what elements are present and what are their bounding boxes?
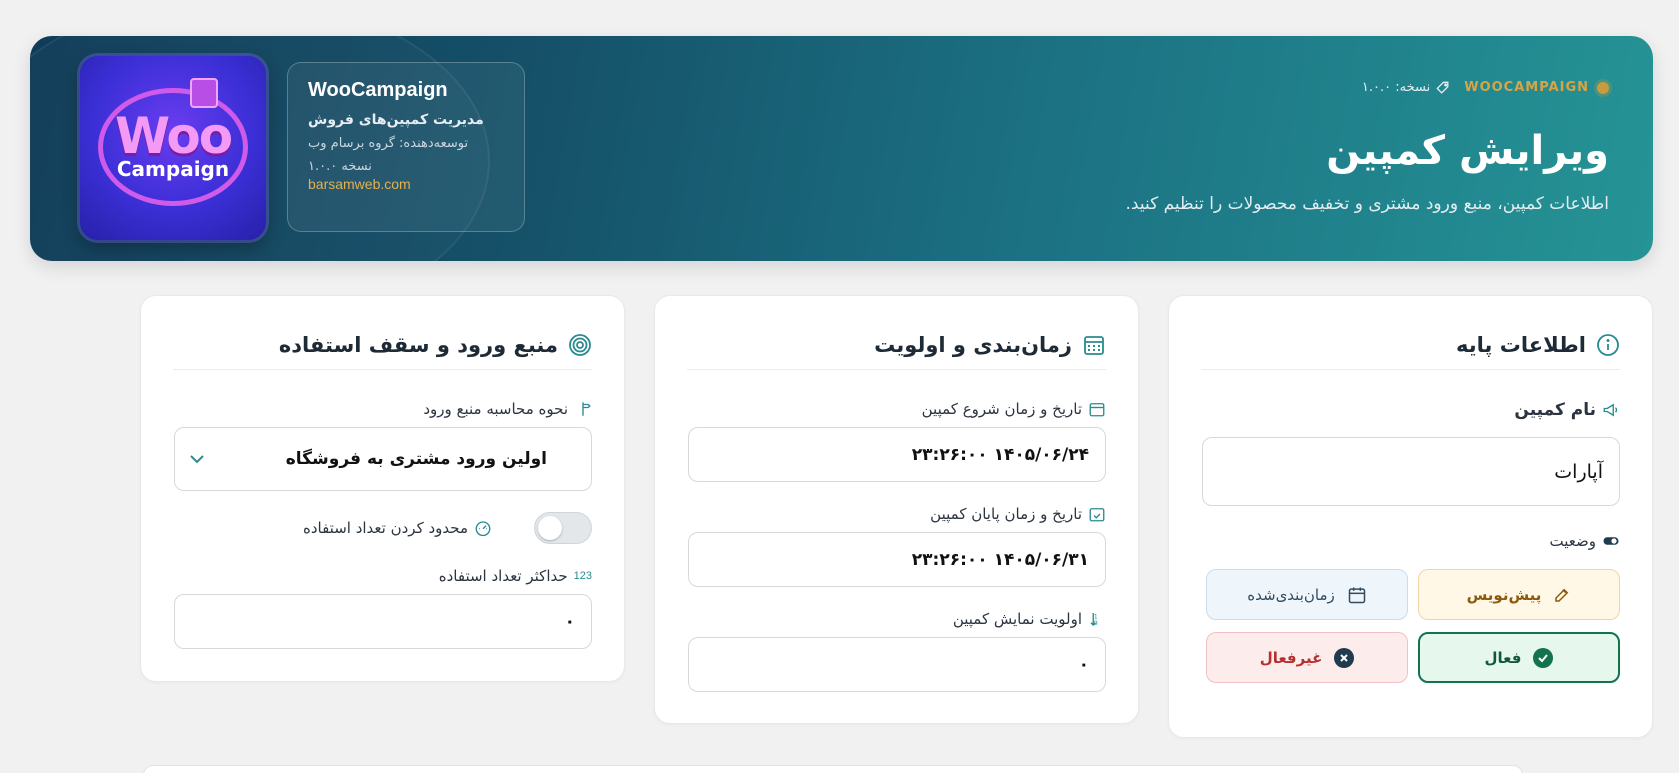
version-label: نسخه: ۱.۰.۰ (1361, 80, 1431, 95)
input-value: آپارات (1554, 460, 1603, 483)
header-meta: WOOCAMPAIGN نسخه: ۱.۰.۰ (1362, 80, 1609, 95)
priority-input[interactable]: ۰ (688, 637, 1106, 692)
start-date-input[interactable]: ۱۴۰۵/۰۶/۲۴ ۲۳:۲۶:۰۰ (688, 427, 1106, 482)
plugin-logo: Woo Campaign (80, 56, 266, 240)
page-header: WOOCAMPAIGN نسخه: ۱.۰.۰ ویرایش کمپین اطل… (30, 36, 1653, 261)
calc-method-label: نحوه محاسبه منبع ورود (423, 400, 592, 418)
status-draft-button[interactable]: پیش‌نویس (1418, 569, 1620, 620)
status-inactive-label: غیرفعال (1259, 648, 1323, 667)
calc-method-select[interactable]: اولین ورود مشتری به فروشگاه (174, 427, 592, 491)
campaign-name-label: نام کمپین (1514, 400, 1620, 420)
end-date-label: تاریخ و زمان پایان کمپین (930, 505, 1106, 523)
plugin-version: نسخه ۱.۰.۰ (308, 159, 372, 174)
shopping-bag-icon (190, 78, 218, 108)
brand-label: WOOCAMPAIGN (1464, 80, 1589, 95)
gauge-icon (475, 521, 491, 537)
toggle-icon (1603, 537, 1619, 545)
card-title: منبع ورود و سقف استفاده (278, 332, 558, 357)
max-usage-label: 123 حداکثر تعداد استفاده (439, 567, 592, 585)
target-icon (569, 333, 591, 356)
scheduling-card: زمان‌بندی و اولویت تاریخ و زمان شروع کمپ… (654, 295, 1139, 724)
basic-info-card: اطلاعات پایه نام کمپین آپارات وضعیت پیش‌… (1168, 295, 1653, 738)
calendar-icon (1348, 587, 1365, 603)
calendar-start-icon (1089, 403, 1105, 417)
status-inactive-button[interactable]: غیرفعال (1206, 632, 1408, 683)
info-icon (1597, 333, 1619, 356)
input-value: ۰ (564, 611, 575, 632)
card-header: اطلاعات پایه (1201, 320, 1620, 370)
status-active-button[interactable]: فعال (1418, 632, 1620, 683)
x-circle-icon (1334, 647, 1355, 668)
plugin-info-card: WooCampaign مدیریت کمپین‌های فروش توسعه‌… (287, 62, 525, 232)
label-text: اولویت نمایش کمپین (952, 610, 1082, 628)
svg-text:1: 1 (1094, 613, 1098, 620)
svg-text:9: 9 (1094, 620, 1098, 627)
label-text: حداکثر تعداد استفاده (438, 567, 568, 585)
signpost-icon (582, 402, 591, 416)
label-text: وضعیت (1549, 532, 1596, 550)
input-value: ۰ (1078, 654, 1089, 675)
status-label: وضعیت (1550, 532, 1620, 550)
status-scheduled-label: زمان‌بندی‌شده (1247, 585, 1335, 604)
input-value: ۱۴۰۵/۰۶/۳۱ ۲۳:۲۶:۰۰ (911, 549, 1089, 570)
plugin-title: مدیریت کمپین‌های فروش (308, 112, 484, 128)
status-scheduled-button[interactable]: زمان‌بندی‌شده (1206, 569, 1408, 620)
end-date-input[interactable]: ۱۴۰۵/۰۶/۳۱ ۲۳:۲۶:۰۰ (688, 532, 1106, 587)
campaign-name-input[interactable]: آپارات (1202, 437, 1620, 506)
card-header: زمان‌بندی و اولویت (687, 320, 1106, 370)
next-section-card (143, 765, 1523, 773)
limit-usage-label: محدود کردن تعداد استفاده (303, 519, 492, 537)
sort-order-icon: 19 (1090, 613, 1098, 627)
status-active-label: فعال (1484, 648, 1522, 667)
logo-text-campaign: Campaign (116, 157, 230, 181)
page-subtitle: اطلاعات کمپین، منبع ورود مشتری و تخفیف م… (1125, 194, 1609, 214)
plugin-developer: توسعه‌دهنده: گروه برسام وب (308, 136, 469, 151)
status-draft-label: پیش‌نویس (1466, 585, 1542, 604)
page-title: ویرایش کمپین (1326, 128, 1609, 174)
check-circle-icon (1533, 647, 1554, 668)
plugin-website-link[interactable]: barsamweb.com (308, 176, 411, 192)
calendar-grid-icon (1084, 335, 1104, 355)
select-value: اولین ورود مشتری به فروشگاه (285, 449, 547, 469)
chevron-down-icon (190, 455, 204, 464)
toggle-knob (538, 516, 562, 540)
tag-icon (1436, 81, 1449, 94)
label-text: تاریخ و زمان پایان کمپین (930, 505, 1082, 523)
max-usage-input[interactable]: ۰ (174, 594, 592, 649)
label-text: نحوه محاسبه منبع ورود (423, 400, 568, 418)
brand-tag: WOOCAMPAIGN (1464, 80, 1609, 95)
card-title: اطلاعات پایه (1456, 332, 1586, 357)
limit-usage-toggle[interactable] (534, 512, 592, 544)
brand-dot-icon (1597, 81, 1609, 94)
megaphone-icon (1603, 403, 1618, 417)
version-tag: نسخه: ۱.۰.۰ (1362, 80, 1450, 95)
edit-icon (1555, 588, 1569, 602)
label-text: تاریخ و زمان شروع کمپین (921, 400, 1082, 418)
input-value: ۱۴۰۵/۰۶/۲۴ ۲۳:۲۶:۰۰ (911, 444, 1089, 465)
plugin-name: WooCampaign (308, 79, 448, 101)
start-date-label: تاریخ و زمان شروع کمپین (922, 400, 1106, 418)
label-text: محدود کردن تعداد استفاده (302, 519, 468, 537)
card-header: منبع ورود و سقف استفاده (173, 320, 592, 370)
card-title: زمان‌بندی و اولویت (874, 332, 1072, 357)
calendar-check-icon (1089, 508, 1105, 522)
label-text: نام کمپین (1514, 400, 1596, 420)
number-icon: 123 (573, 570, 592, 582)
source-limit-card: منبع ورود و سقف استفاده نحوه محاسبه منبع… (140, 295, 625, 682)
priority-label: 19 اولویت نمایش کمپین (953, 610, 1106, 628)
